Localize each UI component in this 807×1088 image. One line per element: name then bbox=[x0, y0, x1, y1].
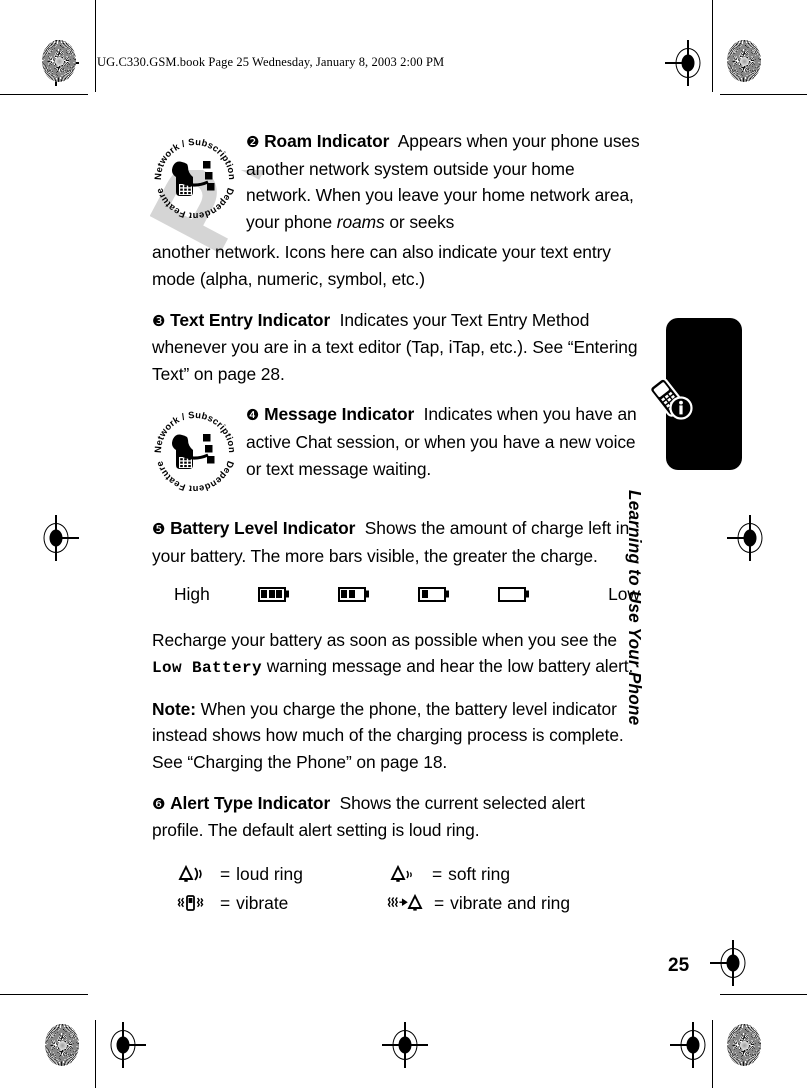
starburst-target-top-left bbox=[42, 40, 76, 82]
network-subscription-badge-roam: Network / Subscription Dependent Feature bbox=[152, 134, 236, 218]
battery-cell-0 bbox=[498, 586, 578, 602]
battery-high-label: High bbox=[174, 583, 210, 604]
svg-text:Network / Subscription: Network / Subscription bbox=[152, 136, 236, 180]
svg-text:Network / Subscription: Network / Subscription bbox=[152, 409, 236, 453]
phone-info-icon bbox=[645, 372, 697, 424]
vibrate-and-ring-icon bbox=[386, 892, 438, 914]
roam-indicator-body-2: or seeks bbox=[384, 211, 455, 232]
section-marker-8: ❻ bbox=[152, 794, 166, 813]
trim-line-right-vertical bbox=[712, 0, 714, 92]
registration-mark-mid-left bbox=[33, 515, 79, 561]
trim-line-left-vertical bbox=[95, 0, 97, 92]
network-subscription-badge-message: Network / Subscription Dependent Feature bbox=[152, 407, 236, 491]
battery-icon-2-bars bbox=[337, 586, 366, 602]
trim-line-bottom-right bbox=[720, 994, 807, 996]
registration-mark-top-right bbox=[665, 40, 711, 86]
registration-mark-bottom-left bbox=[100, 1022, 146, 1068]
page-content: Network / Subscription Dependent Feature bbox=[152, 128, 640, 918]
alert-legend-label-vibrate-and-ring: vibrate and ring bbox=[450, 892, 571, 913]
alert-legend-label-vibrate: vibrate bbox=[236, 892, 289, 913]
alert-legend-vibrate-and-ring: = vibrate and ring bbox=[386, 892, 598, 914]
section-marker-7: ❺ bbox=[152, 520, 166, 539]
recharge-text-after: warning message and hear the low battery… bbox=[262, 656, 634, 677]
note-paragraph: Note: When you charge the phone, the bat… bbox=[152, 696, 640, 776]
low-battery-message: Low Battery bbox=[152, 659, 263, 678]
registration-mark-page-number bbox=[710, 940, 756, 986]
section-alert-type-indicator: ❻ Alert Type Indicator Shows the current… bbox=[152, 790, 640, 844]
section-marker-5: ❸ bbox=[152, 311, 166, 330]
battery-scale-row: High Low bbox=[152, 584, 640, 605]
trim-line-right-vertical-2 bbox=[712, 1020, 714, 1088]
battery-low-label: Low bbox=[608, 583, 640, 604]
book-file-header: UG.C330.GSM.book Page 25 Wednesday, Janu… bbox=[97, 55, 445, 69]
alert-legend-equals-2: = bbox=[432, 863, 443, 884]
alert-type-indicator-title: Alert Type Indicator bbox=[170, 792, 331, 813]
alert-type-legend: = loud ring = soft ring = vibrate = vibr… bbox=[152, 860, 640, 918]
registration-mark-bottom-right bbox=[670, 1022, 716, 1068]
bell-soft-ring-icon bbox=[386, 864, 432, 884]
section-marker-6: ❹ bbox=[246, 406, 260, 425]
alert-legend-equals-4: = bbox=[434, 892, 445, 913]
roam-indicator-title: Roam Indicator bbox=[264, 131, 390, 151]
battery-icon-3-bars bbox=[257, 586, 286, 602]
section-battery-level-indicator: ❺ Battery Level Indicator Shows the amou… bbox=[152, 515, 640, 569]
registration-mark-top-left bbox=[33, 40, 79, 86]
starburst-target-bottom-left bbox=[45, 1024, 79, 1066]
battery-cell-3 bbox=[257, 586, 338, 602]
alert-legend-label-loud-ring: loud ring bbox=[236, 863, 303, 884]
alert-legend-label-soft-ring: soft ring bbox=[448, 863, 511, 884]
alert-legend-loud-ring: = loud ring bbox=[174, 864, 386, 885]
alert-legend-row-1: = loud ring = soft ring bbox=[174, 860, 640, 889]
svg-text:Dependent Feature: Dependent Feature bbox=[153, 460, 236, 491]
page-number: 25 bbox=[668, 955, 690, 976]
section-marker-4: ❷ bbox=[246, 133, 260, 151]
trim-line-top-left bbox=[0, 94, 88, 96]
section-roam-indicator: Network / Subscription Dependent Feature bbox=[152, 128, 640, 235]
starburst-target-bottom-right bbox=[727, 1024, 761, 1066]
message-indicator-title: Message Indicator bbox=[264, 404, 415, 425]
roam-indicator-italic: roams bbox=[336, 211, 385, 232]
battery-icon-empty bbox=[498, 586, 527, 602]
vibrate-icon bbox=[174, 892, 220, 914]
alert-legend-vibrate: = vibrate bbox=[174, 892, 386, 914]
trim-line-top-right bbox=[720, 94, 807, 96]
battery-cell-2 bbox=[337, 586, 418, 602]
roam-indicator-overflow: another network. Icons here can also ind… bbox=[152, 242, 611, 289]
section-message-indicator: Network / Subscription Dependent Feature bbox=[152, 401, 640, 493]
alert-legend-row-2: = vibrate = vibrate and ring bbox=[174, 889, 640, 918]
alert-legend-equals-1: = bbox=[220, 863, 231, 884]
text-entry-indicator-title: Text Entry Indicator bbox=[170, 309, 331, 330]
registration-mark-mid-right bbox=[727, 515, 773, 561]
note-body: When you charge the phone, the battery l… bbox=[152, 698, 624, 772]
starburst-target-top-right bbox=[727, 40, 761, 82]
alert-legend-soft-ring: = soft ring bbox=[386, 864, 598, 885]
battery-cell-1 bbox=[418, 586, 498, 602]
recharge-paragraph: Recharge your battery as soon as possibl… bbox=[152, 627, 640, 682]
trim-line-bottom-left bbox=[0, 994, 88, 996]
svg-text:Dependent Feature: Dependent Feature bbox=[153, 187, 236, 218]
alert-legend-equals-3: = bbox=[220, 892, 231, 913]
battery-icon-1-bar bbox=[418, 586, 446, 602]
bell-loud-ring-icon bbox=[174, 864, 220, 884]
trim-line-left-vertical-2 bbox=[95, 1020, 97, 1088]
section-text-entry-indicator: ❸ Text Entry Indicator Indicates your Te… bbox=[152, 307, 640, 388]
recharge-text-before: Recharge your battery as soon as possibl… bbox=[152, 629, 617, 650]
note-label: Note: bbox=[152, 698, 196, 719]
battery-level-indicator-title: Battery Level Indicator bbox=[170, 518, 356, 539]
registration-mark-bottom-center bbox=[382, 1022, 428, 1068]
